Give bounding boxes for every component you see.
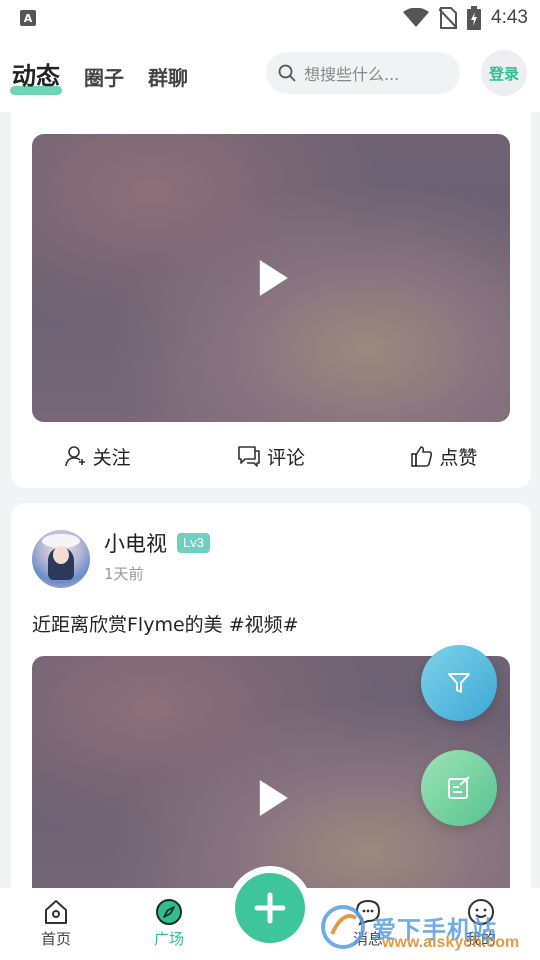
add-button-circle: [235, 873, 305, 943]
tab-dynamic[interactable]: 动态: [10, 56, 62, 95]
username[interactable]: 小电视: [104, 528, 167, 558]
tab-label: 动态: [12, 62, 60, 90]
follow-label: 关注: [92, 446, 131, 469]
add-post-button[interactable]: [228, 866, 312, 950]
level-badge: Lv3: [177, 533, 210, 553]
follow-button[interactable]: 关注: [11, 438, 184, 474]
tab-bar: 动态 圈子 群聊: [10, 56, 188, 95]
thumbs-up-icon: [411, 446, 433, 467]
no-sim-icon: [439, 7, 458, 29]
top-header: 动态 圈子 群聊 想搜些什么... 登录: [0, 36, 540, 112]
watermark-logo-icon: [321, 905, 365, 949]
play-icon[interactable]: [259, 780, 288, 816]
notification-icon: A: [20, 10, 36, 26]
search-placeholder: 想搜些什么...: [304, 65, 400, 84]
post-actions: 关注 评论 点赞: [11, 438, 531, 474]
search-icon: [278, 64, 296, 82]
user-add-icon: [64, 446, 85, 467]
wifi-icon: [403, 8, 430, 27]
tab-group-chat[interactable]: 群聊: [148, 62, 188, 91]
comment-label: 评论: [266, 446, 305, 469]
status-bar: A 4:43: [0, 0, 540, 36]
clock: 4:43: [491, 7, 528, 28]
compass-icon: [156, 899, 182, 925]
tab-circles[interactable]: 圈子: [84, 62, 124, 91]
tab-label: 圈子: [84, 66, 124, 90]
nav-label: 广场: [153, 930, 184, 948]
tab-label: 群聊: [148, 66, 188, 90]
post-card: 关注 评论 点赞: [11, 112, 531, 488]
nav-home[interactable]: 首页: [26, 898, 86, 949]
nav-square[interactable]: 广场: [139, 898, 199, 949]
compose-button[interactable]: [421, 750, 497, 826]
search-input[interactable]: 想搜些什么...: [266, 52, 460, 94]
comment-button[interactable]: 评论: [184, 438, 357, 474]
login-button[interactable]: 登录: [481, 50, 527, 96]
filter-icon: [448, 673, 470, 693]
post-text[interactable]: 近距离欣赏Flyme的美 #视频#: [32, 610, 299, 637]
video-thumbnail[interactable]: [32, 134, 510, 422]
watermark-url: www.aiskych.com: [382, 934, 520, 951]
battery-charging-icon: [467, 6, 482, 30]
status-icons: 4:43: [403, 6, 528, 30]
home-icon: [45, 900, 67, 924]
avatar-face: [53, 546, 69, 564]
edit-icon: [448, 776, 470, 799]
filter-button[interactable]: [421, 645, 497, 721]
comment-icon: [238, 446, 260, 467]
like-button[interactable]: 点赞: [358, 438, 531, 474]
watermark: 爱下手机站 www.aiskych.com: [320, 904, 519, 951]
nav-label: 首页: [40, 930, 71, 948]
post-time: 1天前: [104, 565, 144, 583]
play-icon[interactable]: [259, 260, 288, 296]
plus-icon: [254, 892, 286, 924]
avatar[interactable]: [32, 530, 90, 588]
like-label: 点赞: [439, 446, 478, 469]
